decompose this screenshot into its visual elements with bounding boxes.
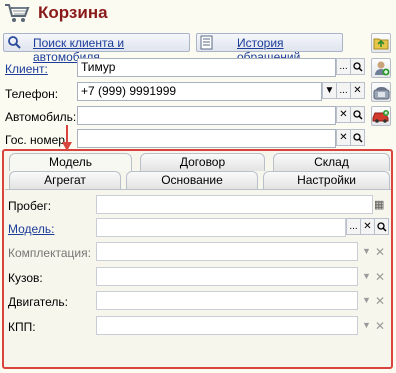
tab-aggregate[interactable]: Агрегат [9, 171, 121, 189]
tab-model[interactable]: Модель [9, 153, 132, 171]
search-icon [7, 35, 21, 52]
model-clear-icon[interactable]: ✕ [360, 218, 375, 235]
tab-divider [5, 189, 391, 190]
calculator-icon[interactable]: ▦ [374, 198, 384, 211]
engine-label: Двигатель: [8, 295, 68, 309]
mileage-input[interactable] [96, 195, 373, 214]
car-input[interactable] [77, 106, 336, 125]
gearbox-label: КПП: [8, 320, 36, 334]
phone-dropdown-icon[interactable]: ▼ [322, 82, 337, 99]
add-client-icon[interactable] [371, 58, 391, 78]
history-icon [200, 35, 213, 53]
plate-label: Гос. номер [5, 133, 65, 147]
engine-input[interactable] [96, 291, 358, 310]
car-label: Автомобиль: [5, 110, 77, 124]
car-search-icon[interactable] [350, 106, 365, 123]
model-search-icon[interactable] [374, 218, 389, 235]
window-title: Корзина [38, 3, 108, 22]
tab-contract[interactable]: Договор [140, 153, 265, 171]
client-input[interactable]: Тимур [77, 58, 336, 77]
plate-clear-icon[interactable]: ✕ [336, 129, 351, 146]
engine-dropdown-icon[interactable]: ▼ [362, 295, 371, 305]
plate-input[interactable] [77, 129, 336, 148]
engine-clear-icon[interactable]: ✕ [375, 294, 385, 308]
gearbox-dropdown-icon[interactable]: ▼ [362, 320, 371, 330]
equipment-label: Комплектация: [8, 246, 91, 260]
phone-label: Телефон: [5, 87, 59, 101]
phone-clear-icon[interactable]: ✕ [350, 82, 365, 99]
phone-select-button[interactable]: ... [336, 82, 351, 99]
body-clear-icon[interactable]: ✕ [375, 270, 385, 284]
cart-icon [4, 2, 30, 24]
mileage-label: Пробег: [8, 199, 52, 213]
search-client-button[interactable]: Поиск клиента и автомобиля [3, 33, 190, 64]
equipment-input[interactable] [96, 242, 358, 261]
gearbox-clear-icon[interactable]: ✕ [375, 319, 385, 333]
phone-input[interactable]: +7 (999) 9991999 [77, 82, 322, 101]
tab-basis[interactable]: Основание [126, 171, 258, 189]
folder-up-icon[interactable] [371, 33, 391, 53]
gearbox-input[interactable] [96, 316, 358, 335]
body-dropdown-icon[interactable]: ▼ [362, 271, 371, 281]
client-search-icon[interactable] [350, 58, 365, 75]
tab-settings[interactable]: Настройки [263, 171, 390, 189]
equipment-clear-icon[interactable]: ✕ [375, 245, 385, 259]
body-input[interactable] [96, 267, 358, 286]
add-car-icon[interactable] [371, 106, 391, 126]
client-label[interactable]: Клиент: [5, 62, 48, 76]
history-button[interactable]: История обращений [196, 33, 343, 64]
equipment-dropdown-icon[interactable]: ▼ [362, 246, 371, 256]
model-select-button[interactable]: ... [346, 218, 361, 235]
phone-call-icon[interactable] [371, 82, 391, 102]
plate-search-icon[interactable] [350, 129, 365, 146]
car-clear-icon[interactable]: ✕ [336, 106, 351, 123]
model-input[interactable] [96, 218, 346, 237]
body-label: Кузов: [8, 271, 43, 285]
client-select-button[interactable]: ... [336, 58, 351, 75]
model-label[interactable]: Модель: [8, 222, 54, 236]
tab-warehouse[interactable]: Склад [273, 153, 390, 171]
